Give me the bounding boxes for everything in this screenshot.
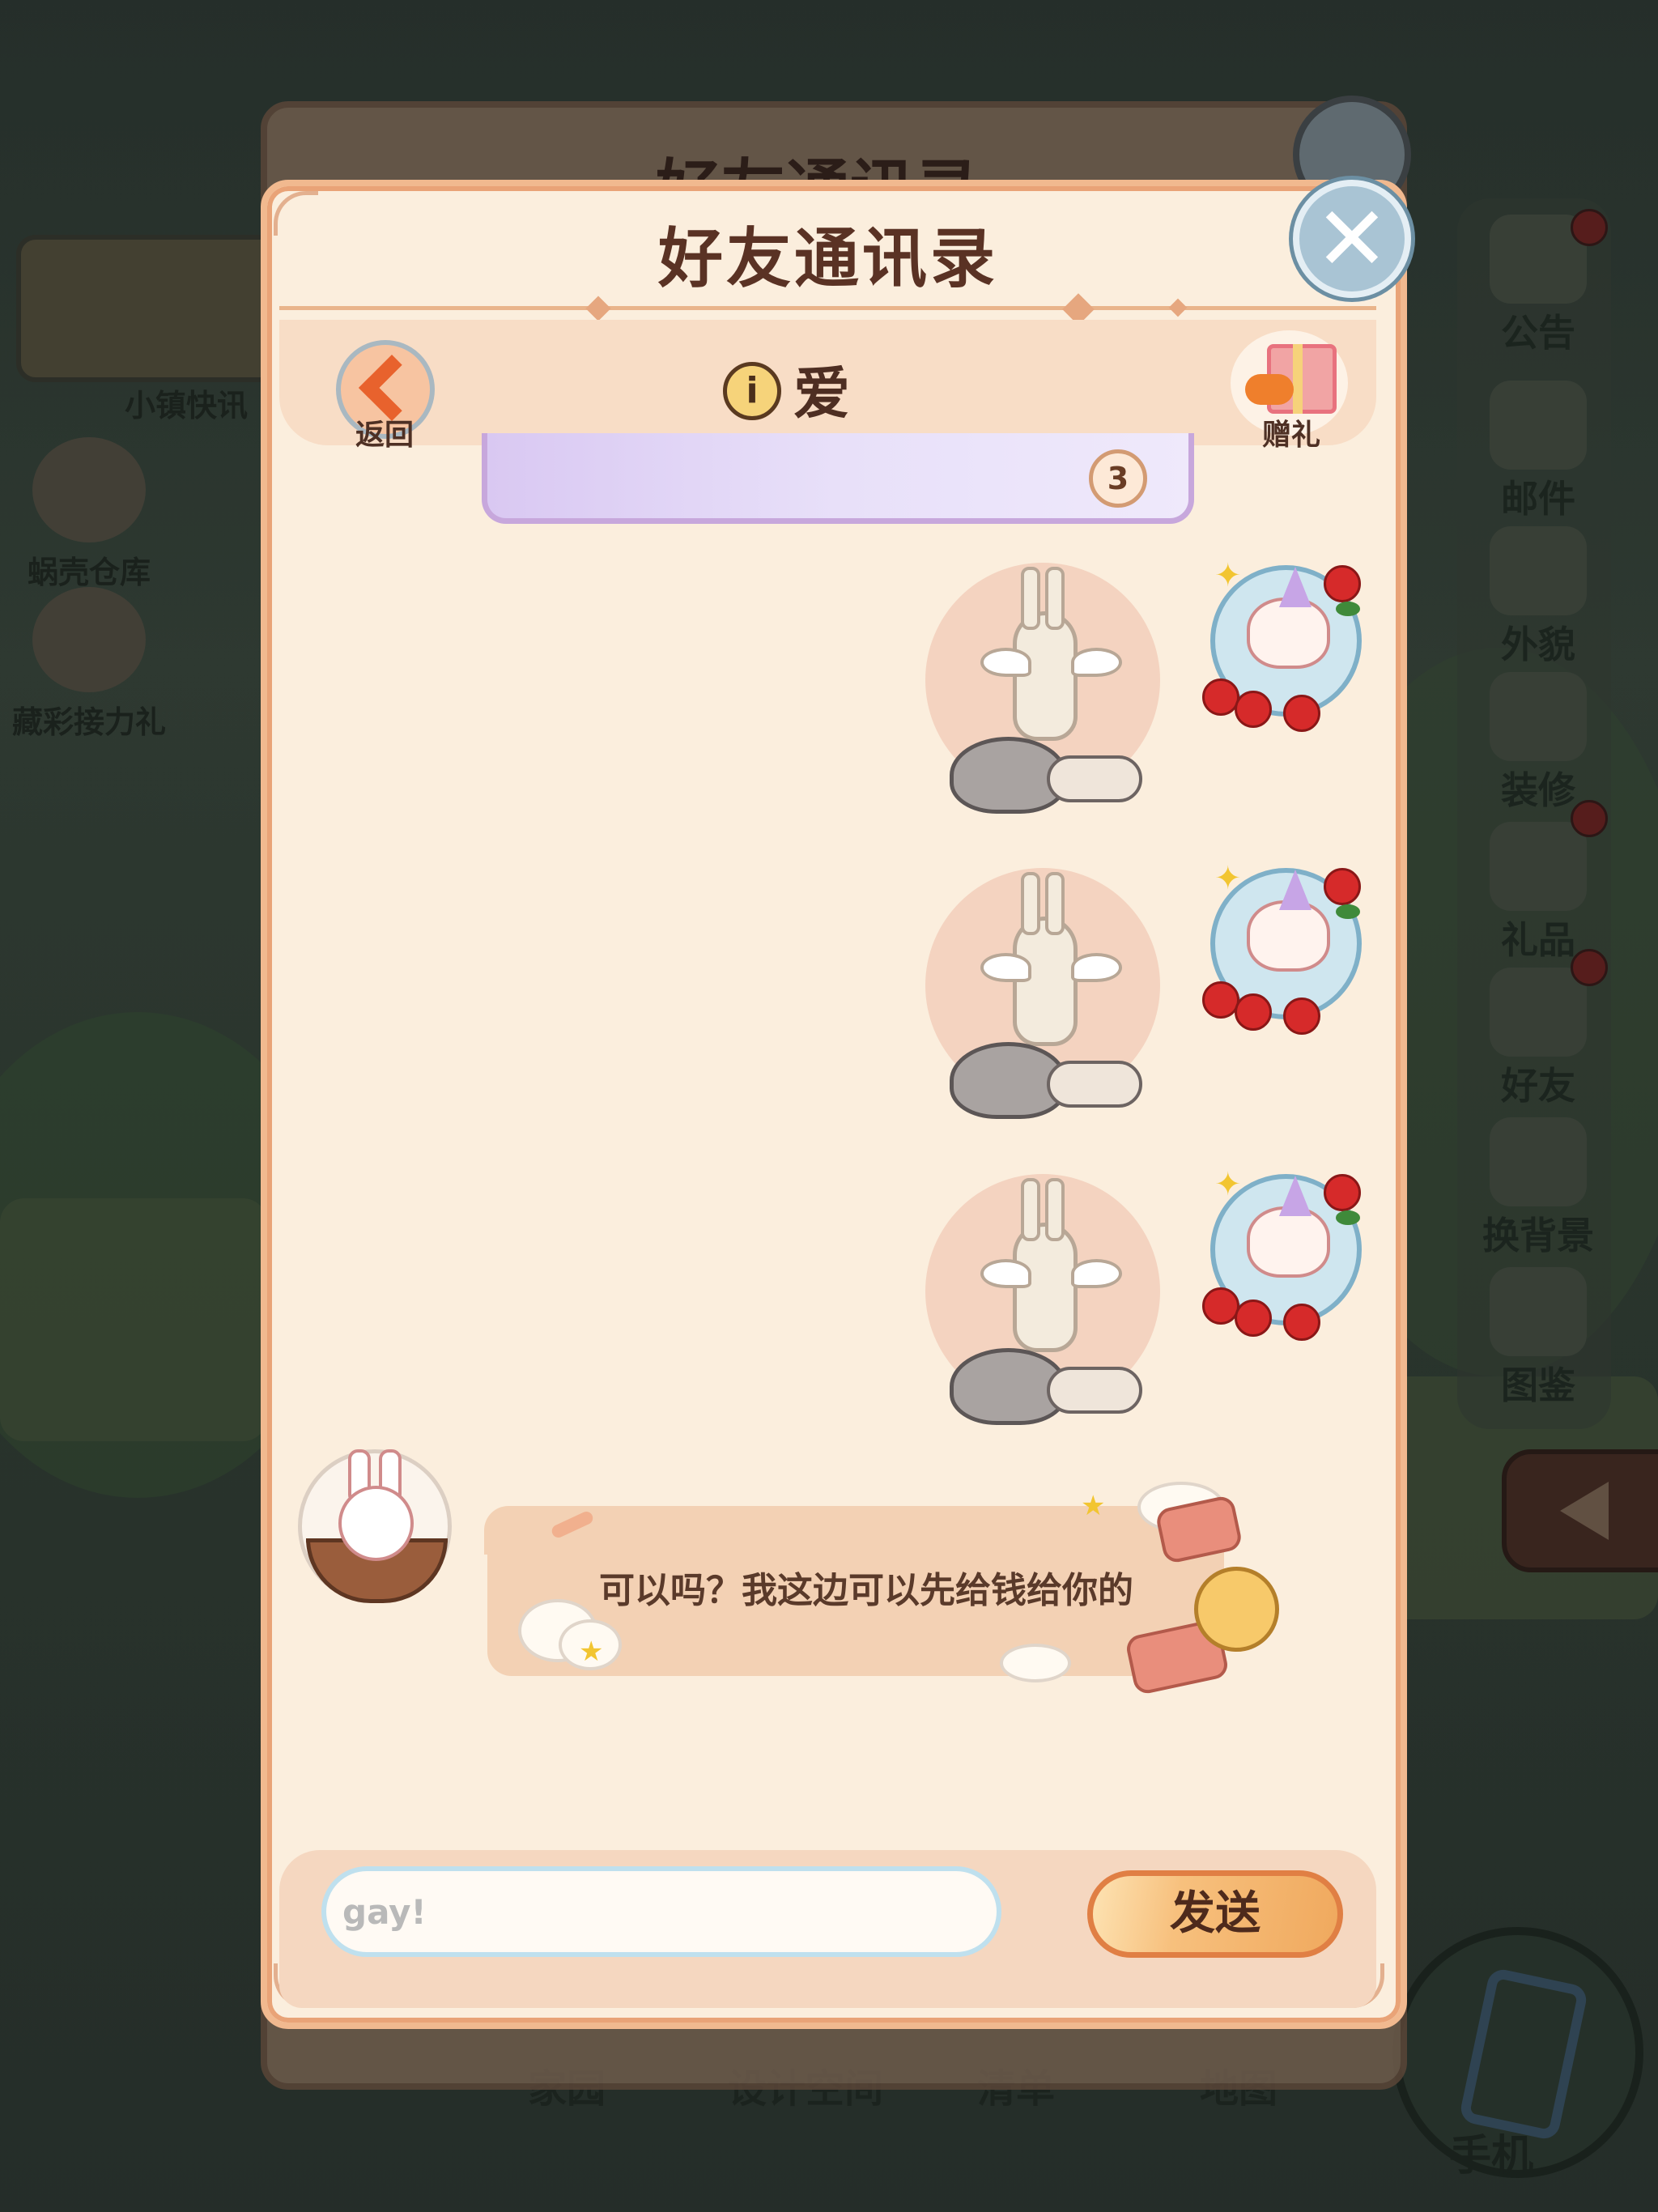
previous-gift-card[interactable] <box>482 433 1194 524</box>
gift-label: 赠礼 <box>1261 419 1320 452</box>
wing-icon <box>1071 1259 1122 1288</box>
send-button[interactable]: 发送 <box>1087 1870 1343 1958</box>
ghost-ear <box>1045 1178 1065 1241</box>
ghost-ear <box>1045 872 1065 935</box>
lying-creature-icon <box>1047 1061 1142 1108</box>
party-hat-icon <box>1279 870 1312 910</box>
rose-icon <box>1324 1174 1361 1211</box>
sticker-message[interactable] <box>925 563 1168 822</box>
my-avatar[interactable]: ✦ <box>1202 1166 1364 1341</box>
sticker-message[interactable] <box>925 868 1168 1127</box>
ghost-ear <box>1045 567 1065 630</box>
wing-icon <box>980 953 1031 982</box>
my-avatar[interactable]: ✦ <box>1202 557 1364 732</box>
leaf-icon <box>1336 904 1360 919</box>
leaf-icon <box>1336 1210 1360 1225</box>
friend-message-text: 可以吗？我这边可以先给钱给你的 <box>599 1570 1133 1611</box>
star-icon: ✦ <box>1214 860 1242 897</box>
card-count-badge: 3 <box>1089 449 1147 508</box>
wing-icon <box>1071 648 1122 677</box>
back-label: 返回 <box>355 419 414 452</box>
lying-creature-icon <box>1047 755 1142 802</box>
wing-icon <box>1071 953 1122 982</box>
wing-icon <box>980 648 1031 677</box>
rose-icon <box>1283 998 1320 1035</box>
cat-avatar-icon <box>1247 1206 1330 1278</box>
my-avatar[interactable]: ✦ <box>1202 860 1364 1035</box>
cat-avatar-icon <box>1247 900 1330 972</box>
rose-icon <box>1283 1304 1320 1341</box>
bubble-tail <box>484 1506 533 1555</box>
star-icon: ★ <box>1081 1490 1106 1522</box>
close-icon: ✕ <box>1314 187 1390 291</box>
friend-avatar[interactable] <box>298 1449 452 1607</box>
star-icon: ✦ <box>1214 557 1242 594</box>
party-hat-icon <box>1279 1176 1312 1216</box>
ghost-ear <box>1021 567 1040 630</box>
rose-icon <box>1235 691 1272 728</box>
arrow-right-icon <box>1245 374 1294 405</box>
rose-icon <box>1235 993 1272 1031</box>
message-input[interactable] <box>321 1866 1001 1957</box>
rose-icon <box>1324 868 1361 905</box>
rose-icon <box>1235 1300 1272 1337</box>
star-icon: ★ <box>579 1636 604 1668</box>
cat-avatar-icon <box>1247 598 1330 669</box>
info-icon[interactable]: i <box>723 362 781 420</box>
dialog-title: 好友通讯录 <box>658 221 998 296</box>
title-divider <box>279 306 1376 310</box>
close-button[interactable]: ✕ <box>1293 180 1411 298</box>
party-hat-icon <box>1279 567 1312 607</box>
star-icon: ✦ <box>1214 1166 1242 1203</box>
rose-icon <box>1283 695 1320 732</box>
leaf-icon <box>1336 602 1360 616</box>
bunny-avatar-icon <box>338 1486 414 1561</box>
friend-name: 爱 <box>793 360 850 427</box>
sticker-message[interactable] <box>925 1174 1168 1433</box>
gift-ribbon-icon <box>1293 344 1303 414</box>
lying-creature-icon <box>1047 1367 1142 1414</box>
ghost-ear <box>1021 872 1040 935</box>
rose-icon <box>1324 565 1361 602</box>
ghost-ear <box>1021 1178 1040 1241</box>
wing-icon <box>980 1259 1031 1288</box>
sleeping-cat-icon <box>1194 1567 1279 1652</box>
cloud-decoration <box>1000 1644 1071 1682</box>
